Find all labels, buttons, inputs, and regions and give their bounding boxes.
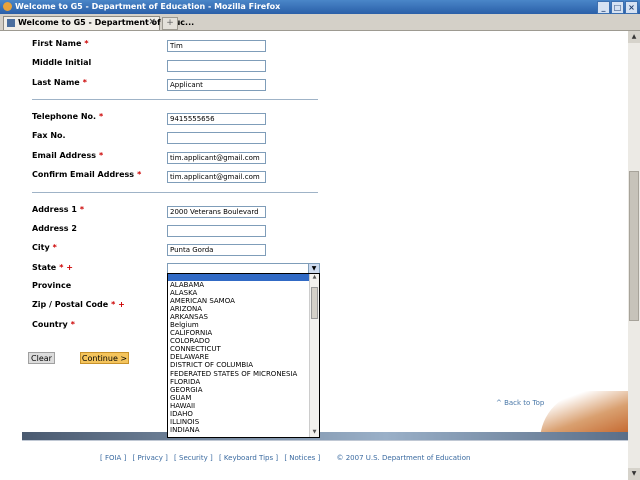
state-option[interactable]: AMERICAN SAMOA — [170, 297, 319, 305]
tab-bar: Welcome to G5 - Department of Educ... × … — [0, 14, 640, 31]
first-name-label: First Name * — [32, 39, 89, 48]
back-to-top-link[interactable]: ^ Back to Top — [496, 399, 544, 407]
confirm-email-field[interactable]: tim.applicant@gmail.com — [167, 171, 266, 183]
state-option[interactable]: GEORGIA — [170, 386, 319, 394]
telephone-label: Telephone No. * — [32, 112, 104, 121]
tab-close-icon[interactable]: × — [148, 17, 156, 27]
state-option[interactable]: HAWAII — [170, 402, 319, 410]
page-icon — [7, 19, 15, 27]
scroll-down-icon[interactable]: ▼ — [628, 468, 640, 480]
section-divider — [32, 192, 318, 193]
state-option[interactable]: FLORIDA — [170, 378, 319, 386]
city-field[interactable]: Punta Gorda — [167, 244, 266, 256]
copyright-text: © 2007 U.S. Department of Education — [336, 454, 471, 462]
state-option[interactable]: CONNECTICUT — [170, 345, 319, 353]
city-label: City * — [32, 243, 57, 252]
scroll-up-icon[interactable]: ▲ — [310, 274, 319, 282]
state-option[interactable]: ARKANSAS — [170, 313, 319, 321]
confirm-email-label: Confirm Email Address * — [32, 170, 142, 179]
dropdown-scrollbar[interactable]: ▲ ▼ — [309, 274, 319, 437]
state-option[interactable]: COLORADO — [170, 337, 319, 345]
state-option[interactable]: DISTRICT OF COLUMBIA — [170, 361, 319, 369]
clear-button[interactable]: Clear — [28, 352, 55, 364]
zip-label: Zip / Postal Code * + — [32, 300, 125, 309]
state-option[interactable]: DELAWARE — [170, 353, 319, 361]
firefox-icon — [3, 2, 12, 11]
state-option[interactable]: GUAM — [170, 394, 319, 402]
highlighted-option[interactable] — [168, 274, 319, 281]
footer-link-privacy[interactable]: [ Privacy ] — [133, 454, 168, 462]
state-option[interactable]: ILLINOIS — [170, 418, 319, 426]
new-tab-button[interactable]: + — [162, 17, 178, 30]
state-option[interactable]: ALASKA — [170, 289, 319, 297]
page-content: First Name * Tim Middle Initial Last Name… — [0, 31, 628, 480]
address2-field[interactable] — [167, 225, 266, 237]
footer-link-notices[interactable]: [ Notices ] — [284, 454, 320, 462]
state-option[interactable]: FEDERATED STATES OF MICRONESIA — [170, 370, 319, 378]
email-label: Email Address * — [32, 151, 104, 160]
close-icon[interactable]: × — [625, 1, 638, 14]
tab-welcome[interactable]: Welcome to G5 - Department of Educ... × — [3, 16, 194, 30]
scroll-up-icon[interactable]: ▲ — [628, 31, 640, 43]
last-name-label: Last Name * — [32, 78, 87, 87]
fax-field[interactable] — [167, 132, 266, 144]
footer-link-foia[interactable]: [ FOIA ] — [100, 454, 126, 462]
minimize-icon[interactable]: _ — [597, 1, 610, 14]
last-name-field[interactable]: Applicant — [167, 79, 266, 91]
footer-link-keyboard-tips[interactable]: [ Keyboard Tips ] — [219, 454, 278, 462]
email-field[interactable]: tim.applicant@gmail.com — [167, 152, 266, 164]
footer-links: [ FOIA ] [ Privacy ] [ Security ] [ Keyb… — [100, 454, 474, 462]
country-label: Country * — [32, 320, 75, 329]
footer-banner — [22, 432, 628, 440]
state-option[interactable]: ARIZONA — [170, 305, 319, 313]
footer-divider — [22, 440, 628, 441]
address2-label: Address 2 — [32, 224, 77, 233]
page-scroll-thumb[interactable] — [629, 171, 639, 321]
state-options: ALABAMA ALASKA AMERICAN SAMOA ARIZONA ARKANS… — [168, 281, 319, 434]
continue-button[interactable]: Continue > — [80, 352, 129, 364]
page-scrollbar[interactable]: ▲ ▼ — [628, 31, 640, 480]
state-option[interactable]: CALIFORNIA — [170, 329, 319, 337]
first-name-field[interactable]: Tim — [167, 40, 266, 52]
province-label: Province — [32, 281, 72, 290]
footer-link-security[interactable]: [ Security ] — [174, 454, 213, 462]
state-dropdown-list[interactable]: ALABAMA ALASKA AMERICAN SAMOA ARIZONA ARKANS… — [167, 273, 320, 438]
window-title: Welcome to G5 - Department of Education … — [15, 2, 281, 11]
middle-initial-field[interactable] — [167, 60, 266, 72]
dropdown-scroll-thumb[interactable] — [311, 287, 318, 319]
state-option[interactable]: ALABAMA — [170, 281, 319, 289]
window-controls: _ □ × — [596, 1, 638, 14]
window-titlebar: Welcome to G5 - Department of Education … — [0, 0, 640, 14]
telephone-field[interactable]: 9415555656 — [167, 113, 266, 125]
state-label: State * + — [32, 263, 73, 272]
address1-label: Address 1 * — [32, 205, 85, 214]
scroll-down-icon[interactable]: ▼ — [310, 429, 319, 437]
maximize-icon[interactable]: □ — [611, 1, 624, 14]
state-option[interactable]: Belgium — [170, 321, 319, 329]
address1-field[interactable]: 2000 Veterans Boulevard — [167, 206, 266, 218]
state-option[interactable]: INDIANA — [170, 426, 319, 434]
section-divider — [32, 99, 318, 100]
state-option[interactable]: IDAHO — [170, 410, 319, 418]
middle-initial-label: Middle Initial — [32, 58, 92, 67]
fax-label: Fax No. — [32, 131, 66, 140]
